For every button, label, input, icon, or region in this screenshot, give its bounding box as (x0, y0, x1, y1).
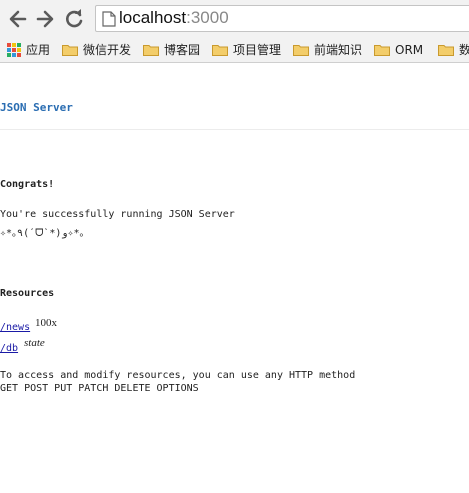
back-arrow-icon[interactable] (7, 8, 29, 30)
address-bar[interactable]: localhost:3000 (95, 5, 469, 32)
resource-link-news[interactable]: /news (0, 322, 30, 333)
page-icon (102, 11, 116, 27)
folder-icon (374, 44, 390, 56)
bookmarks-bar: 应用 微信开发 博客园 项目管理 前端知识 ORM 数 (0, 37, 469, 63)
apps-label: 应用 (26, 43, 51, 57)
folder-icon (212, 44, 228, 56)
resource-note: 100x (35, 317, 57, 329)
bookmark-label: 项目管理 (233, 43, 282, 57)
page-content: JSON Server Congrats! You're successfull… (0, 63, 469, 493)
reload-icon[interactable] (63, 8, 85, 30)
resources-heading: Resources (0, 288, 55, 299)
header-divider (0, 129, 469, 130)
congrats-heading: Congrats! (0, 179, 55, 190)
bookmark-item[interactable]: 微信开发 (62, 40, 131, 59)
success-message: You're successfully running JSON Server (0, 209, 235, 220)
page-brand: JSON Server (0, 101, 73, 114)
apps-grid-icon (7, 42, 21, 57)
bookmark-label: ORM (395, 42, 424, 57)
bookmark-label: 微信开发 (83, 43, 132, 57)
http-methods-list: GET POST PUT PATCH DELETE OPTIONS (0, 383, 199, 394)
bookmark-item[interactable]: 博客园 (143, 40, 200, 59)
bookmark-item[interactable]: 前端知识 (293, 40, 362, 59)
url-text: localhost:3000 (119, 8, 229, 28)
apps-shortcut[interactable]: 应用 (7, 40, 50, 59)
folder-icon (62, 44, 78, 56)
bookmark-item[interactable]: 数 (438, 40, 469, 59)
url-host: localhost (119, 8, 187, 27)
folder-icon (143, 44, 159, 56)
url-port: :3000 (186, 8, 229, 27)
bookmark-label: 数 (459, 41, 469, 58)
bookmark-item[interactable]: 项目管理 (212, 40, 281, 59)
emoticon-text: ✧*｡٩(ˊᗜˋ*)و✧*｡ (0, 228, 85, 239)
browser-toolbar: localhost:3000 (0, 0, 469, 37)
folder-icon (293, 44, 309, 56)
resource-row: /news (0, 322, 30, 333)
resource-link-db[interactable]: /db (0, 343, 18, 354)
bookmark-item[interactable]: ORM (374, 40, 423, 59)
resource-row: /db (0, 343, 18, 354)
bookmark-label: 博客园 (164, 43, 201, 57)
resource-note: state (24, 337, 45, 349)
forward-arrow-icon[interactable] (34, 8, 56, 30)
access-instructions: To access and modify resources, you can … (0, 370, 356, 381)
folder-icon (438, 44, 454, 56)
bookmark-label: 前端知识 (314, 43, 363, 57)
